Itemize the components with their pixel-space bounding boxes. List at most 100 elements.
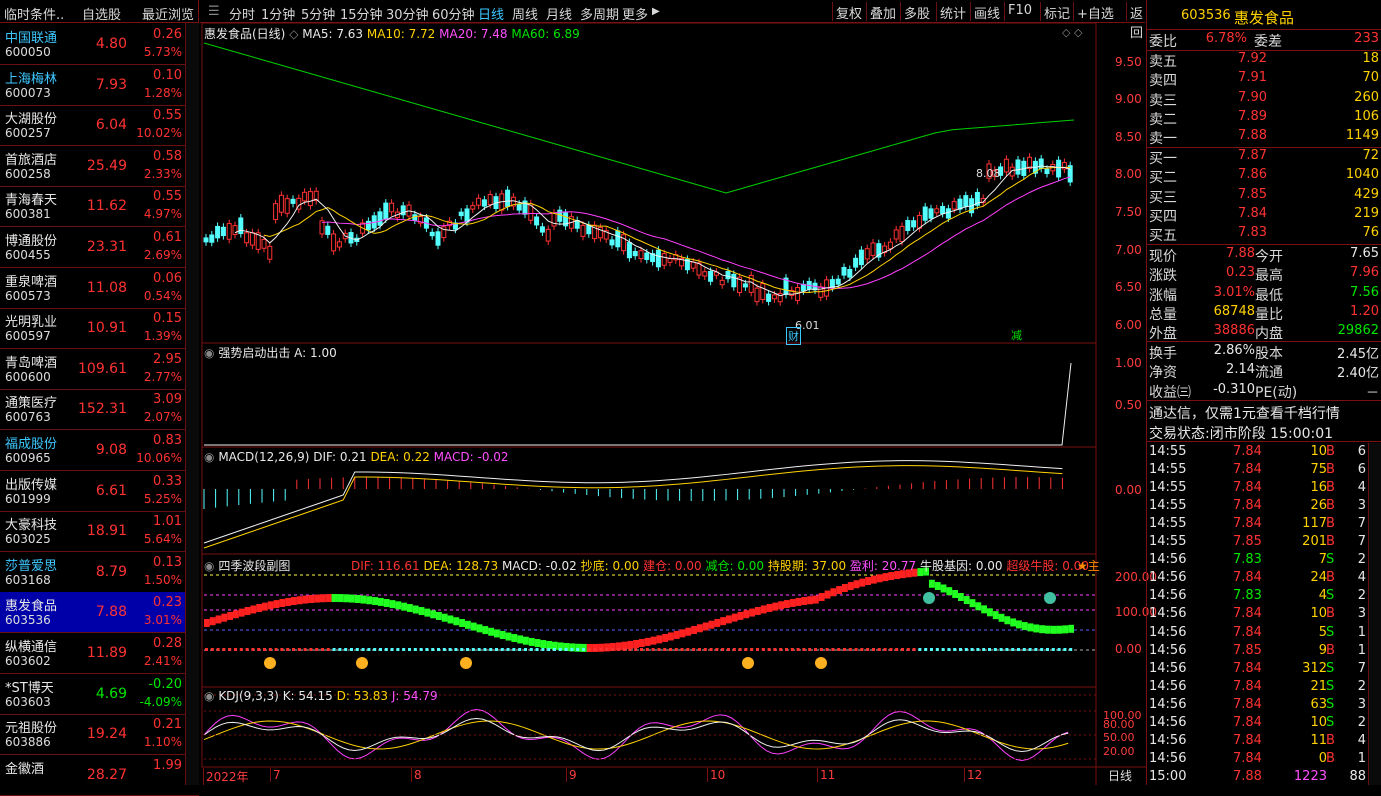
finance-tag-icon[interactable]: 财 — [786, 327, 801, 345]
tab-30min[interactable]: 30分钟 — [386, 4, 429, 23]
buy-level[interactable]: 买一 7.87 72 — [1147, 148, 1381, 167]
reduce-tag-icon[interactable]: 减 — [1011, 327, 1022, 343]
tick-time: 14:55 — [1149, 516, 1187, 532]
kline-candle — [1067, 165, 1073, 183]
tick-side: S — [1326, 678, 1335, 694]
stock-row[interactable]: 中国联通 600050 4.80 0.26 5.73% — [0, 24, 199, 65]
wave-ribbon-segment — [227, 611, 233, 620]
stock-row[interactable]: 重泉啤酒 600573 11.08 0.06 0.54% — [0, 268, 199, 309]
sell-level[interactable]: 卖五 7.92 18 — [1147, 51, 1381, 70]
watchlist-scrollbar[interactable] — [185, 23, 199, 785]
f10-button[interactable]: F10 — [1004, 2, 1035, 21]
tick-side: B — [1326, 732, 1335, 748]
wave-ribbon-segment — [244, 607, 251, 616]
stock-row[interactable]: 惠发食品 603536 7.88 0.23 3.01% — [0, 592, 199, 634]
stock-pct: 10.06% — [136, 451, 182, 465]
stock-row[interactable]: 青海春天 600381 11.62 0.55 4.97% — [0, 186, 199, 228]
buy-level[interactable]: 买五 7.83 76 — [1147, 225, 1381, 244]
quote-header: 603536 惠发食品 — [1147, 0, 1381, 30]
kline-candle — [429, 231, 435, 237]
stock-row[interactable]: 莎普爱思 603168 8.79 0.13 1.50% — [0, 552, 199, 593]
biaoji-button[interactable]: 标记 — [1040, 2, 1073, 22]
tab-fenshi[interactable]: 分时 — [229, 4, 255, 23]
kline-title: 惠发食品(日线) — [204, 27, 286, 41]
tab-monthly[interactable]: 月线 — [546, 4, 572, 23]
tab-multi-period[interactable]: 多周期 — [580, 4, 619, 23]
tick-volume: 24 — [1310, 570, 1327, 586]
tab-15min[interactable]: 15分钟 — [340, 4, 383, 23]
period-label[interactable]: 日线 — [1108, 767, 1132, 784]
stock-row[interactable]: 光明乳业 600597 10.91 0.15 1.39% — [0, 308, 199, 350]
tab-60min[interactable]: 60分钟 — [432, 4, 475, 23]
kdj-k: K: 54.15 — [282, 689, 333, 703]
kline-candle — [516, 203, 522, 211]
fuquan-button[interactable]: 复权 — [832, 2, 865, 22]
add-favorite-button[interactable]: +自选 — [1073, 2, 1117, 22]
kline-candle — [829, 279, 835, 289]
tick-time: 14:56 — [1149, 750, 1187, 766]
stock-row[interactable]: 博通股份 600455 23.31 0.61 2.69% — [0, 227, 199, 268]
buy-price: 7.83 — [1238, 225, 1267, 241]
stock-pct: 5.25% — [143, 491, 182, 506]
wave-dot — [872, 648, 875, 651]
wave-title: 四季波段副图 — [218, 559, 291, 573]
stock-row[interactable]: 青岛啤酒 600600 109.61 2.95 2.77% — [0, 349, 199, 390]
wave-ribbon-segment — [256, 604, 262, 613]
tick-row: 14:55 7.84 117 B 7 — [1147, 515, 1381, 533]
stock-row[interactable]: *ST博天 603603 4.69 -0.20 -4.09% — [0, 674, 199, 715]
stock-row[interactable]: 大湖股份 600257 6.04 0.55 10.02% — [0, 105, 199, 147]
stock-change: 0.33 — [153, 473, 182, 489]
buy-marker-icon — [742, 657, 754, 669]
sell-level[interactable]: 卖一 7.88 1149 — [1147, 128, 1381, 147]
tab-more[interactable]: 更多 — [622, 4, 648, 23]
stock-row[interactable]: 福成股份 600965 9.08 0.83 10.06% — [0, 430, 199, 471]
more-arrow-icon[interactable]: ▶ — [652, 6, 660, 17]
promo-notice[interactable]: 通达信，仅需1元查看千档行情 — [1149, 403, 1340, 423]
stock-row[interactable]: 首旅酒店 600258 25.49 0.58 2.33% — [0, 146, 199, 187]
sell-level[interactable]: 卖三 7.90 260 — [1147, 90, 1381, 109]
buy-level[interactable]: 买四 7.84 219 — [1147, 206, 1381, 225]
stock-name: 重泉啤酒 — [5, 274, 58, 290]
stock-row[interactable]: 大豪科技 603025 18.91 1.01 5.64% — [0, 511, 199, 553]
stock-row[interactable]: 元祖股份 603886 19.24 0.21 1.10% — [0, 714, 199, 756]
ticks-scrollbar[interactable] — [1368, 443, 1381, 785]
diamond-icon[interactable]: ◇ ◇ — [1062, 26, 1082, 39]
stock-pct: 5.64% — [143, 532, 182, 547]
diejia-button[interactable]: 叠加 — [866, 2, 899, 22]
tick-price: 7.84 — [1233, 606, 1262, 622]
wave-ribbon-segment — [1039, 625, 1045, 634]
stock-row[interactable]: 通策医疗 600763 152.31 3.09 2.07% — [0, 389, 199, 431]
sell-level[interactable]: 卖二 7.89 106 — [1147, 109, 1381, 128]
wave-dot — [1028, 648, 1032, 651]
duogu-button[interactable]: 多股 — [900, 2, 933, 22]
stock-row[interactable]: 纵横通信 603602 11.89 0.28 2.41% — [0, 633, 199, 674]
tick-row: 14:56 7.84 5 S 1 — [1147, 624, 1381, 642]
tab-favorites[interactable]: 自选股 — [82, 4, 121, 23]
kline-candle — [609, 239, 615, 246]
menu-arrow-icon[interactable]: ☰ — [208, 4, 220, 19]
wave-dot — [640, 648, 643, 651]
stock-row[interactable]: 金徽酒 28.27 1.99 — [0, 755, 199, 796]
wave-ribbon-segment — [975, 602, 982, 611]
stock-code: 603602 — [5, 654, 51, 668]
tick-count: 4 — [1357, 732, 1366, 748]
back-button[interactable]: 返回 — [1126, 2, 1146, 41]
stock-row[interactable]: 出版传媒 601999 6.61 0.33 5.25% — [0, 471, 199, 512]
tab-5min[interactable]: 5分钟 — [301, 4, 335, 23]
tongji-button[interactable]: 统计 — [936, 2, 969, 22]
buy-level[interactable]: 买三 7.85 429 — [1147, 187, 1381, 206]
buy-level[interactable]: 买二 7.86 1040 — [1147, 167, 1381, 186]
tab-temp-condition[interactable]: 临时条件.. — [4, 4, 64, 23]
wave-dot — [877, 648, 881, 651]
tab-weekly[interactable]: 周线 — [512, 4, 538, 23]
huaxian-button[interactable]: 画线 — [970, 2, 1003, 22]
tab-recent[interactable]: 最近浏览 — [142, 4, 194, 23]
stock-row[interactable]: 上海梅林 600073 7.93 0.10 1.28% — [0, 65, 199, 106]
chart-area[interactable] — [200, 23, 1146, 785]
tab-1min[interactable]: 1分钟 — [261, 4, 295, 23]
tab-daily[interactable]: 日线 — [478, 4, 504, 23]
stock-change: 0.21 — [153, 717, 182, 733]
kline-candle — [487, 194, 493, 205]
sell-level[interactable]: 卖四 7.91 70 — [1147, 70, 1381, 89]
wave-dot — [988, 648, 991, 651]
